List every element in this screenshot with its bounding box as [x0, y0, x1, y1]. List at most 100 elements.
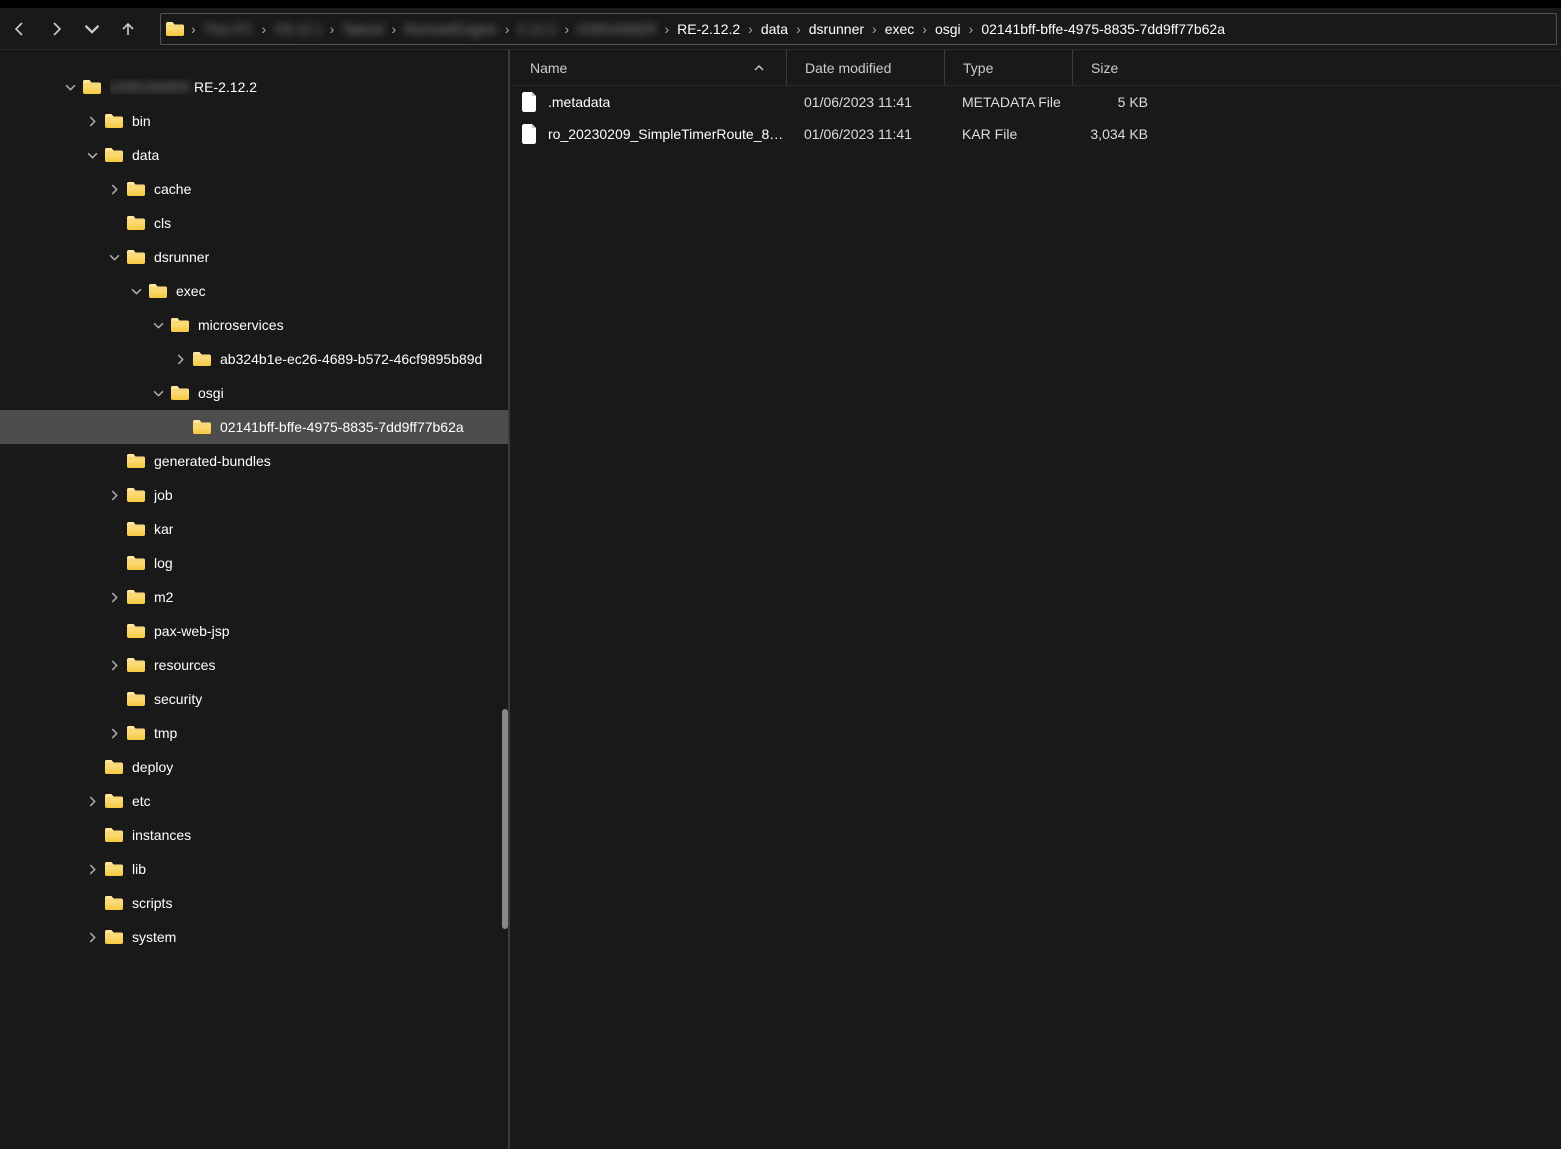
tree-item-label: instances [132, 827, 191, 843]
folder-icon [104, 929, 124, 945]
chevron-down-icon[interactable] [150, 385, 166, 401]
chevron-right-icon[interactable] [106, 487, 122, 503]
tree-item[interactable]: ab324b1e-ec26-4689-b572-46cf9895b89d [0, 342, 508, 376]
tree-item[interactable]: exec [0, 274, 508, 308]
nav-history-button[interactable] [76, 13, 108, 45]
file-modified: 01/06/2023 11:41 [786, 126, 944, 142]
file-type: METADATA File [944, 94, 1072, 110]
pane-resize-handle[interactable] [502, 709, 508, 929]
tree-item[interactable]: log [0, 546, 508, 580]
chevron-right-icon[interactable] [106, 725, 122, 741]
tree-item-label: scripts [132, 895, 172, 911]
chevron-down-icon[interactable] [128, 283, 144, 299]
tree-item[interactable]: lib [0, 852, 508, 886]
tree-item[interactable]: tmp [0, 716, 508, 750]
breadcrumb-segment[interactable]: OS (C:) [270, 19, 325, 39]
tree-item[interactable]: instances [0, 818, 508, 852]
breadcrumb-segment[interactable]: 2.12.2 [514, 19, 561, 39]
chevron-right-icon[interactable] [84, 113, 100, 129]
column-modified-label: Date modified [805, 60, 891, 76]
tree-item[interactable]: security [0, 682, 508, 716]
tree-item[interactable]: kar [0, 512, 508, 546]
breadcrumb-segment[interactable]: exec [881, 19, 919, 39]
chevron-down-icon[interactable] [84, 147, 100, 163]
folder-icon [126, 623, 146, 639]
chevron-right-icon: › [918, 21, 931, 37]
chevron-right-icon[interactable] [84, 861, 100, 877]
column-header-name[interactable]: Name [510, 50, 786, 85]
chevron-down-icon[interactable] [106, 249, 122, 265]
tree-item[interactable]: osgi [0, 376, 508, 410]
tree-item-label: bin [132, 113, 151, 129]
folder-icon [192, 351, 212, 367]
column-header-type[interactable]: Type [944, 50, 1072, 85]
tree-item[interactable]: microservices [0, 308, 508, 342]
chevron-right-icon[interactable] [106, 657, 122, 673]
column-name-label: Name [530, 60, 567, 76]
file-size: 5 KB [1072, 94, 1160, 110]
chevron-right-icon: › [326, 21, 339, 37]
chevron-right-icon[interactable] [106, 181, 122, 197]
chevron-right-icon: › [501, 21, 514, 37]
chevron-right-icon[interactable] [172, 351, 188, 367]
tree-item[interactable]: etc [0, 784, 508, 818]
tree-item-label: kar [154, 521, 173, 537]
tree-item[interactable]: system [0, 920, 508, 954]
breadcrumb-segment[interactable]: RemoteEngine [400, 19, 501, 39]
chevron-down-icon[interactable] [62, 79, 78, 95]
tree-item[interactable]: deploy [0, 750, 508, 784]
folder-icon [104, 895, 124, 911]
folder-icon [104, 861, 124, 877]
tree-item[interactable]: cls [0, 206, 508, 240]
folder-icon [126, 725, 146, 741]
tree-item[interactable]: resources [0, 648, 508, 682]
nav-back-button[interactable] [4, 13, 36, 45]
nav-forward-button[interactable] [40, 13, 72, 45]
chevron-right-icon[interactable] [84, 929, 100, 945]
address-bar[interactable]: › This PC›OS (C:)›Talend›RemoteEngine›2.… [160, 13, 1557, 45]
breadcrumb-segment[interactable]: data [757, 19, 792, 39]
tree-item[interactable]: pax-web-jsp [0, 614, 508, 648]
chevron-right-icon[interactable] [106, 589, 122, 605]
breadcrumb-segment[interactable]: Talend [338, 19, 387, 39]
breadcrumb-segment[interactable]: dsrunner [805, 19, 868, 39]
column-header-size[interactable]: Size [1072, 50, 1160, 85]
nav-up-button[interactable] [112, 13, 144, 45]
tree-item[interactable]: generated-bundles [0, 444, 508, 478]
tree-item[interactable]: job [0, 478, 508, 512]
breadcrumb-segment[interactable]: DSRUNNER [573, 19, 660, 39]
breadcrumb-segment[interactable]: This PC [200, 19, 258, 39]
tree-item[interactable]: bin [0, 104, 508, 138]
chevron-down-icon[interactable] [150, 317, 166, 333]
tree-item[interactable]: cache [0, 172, 508, 206]
file-row[interactable]: .metadata01/06/2023 11:41METADATA File5 … [510, 86, 1561, 118]
tree-item-label: generated-bundles [154, 453, 271, 469]
chevron-right-icon[interactable] [84, 793, 100, 809]
file-name: .metadata [548, 94, 610, 110]
folder-icon [126, 691, 146, 707]
column-type-label: Type [963, 60, 993, 76]
chevron-right-icon: › [187, 21, 200, 37]
tree-item[interactable]: dsrunner [0, 240, 508, 274]
tree-item-label: exec [176, 283, 206, 299]
tree-item[interactable]: 02141bff-bffe-4975-8835-7dd9ff77b62a [0, 410, 508, 444]
navigation-tree[interactable]: DSRUNNER-RE-2.12.2 bin data cache cls dsrunne… [0, 50, 510, 1149]
breadcrumb-segment[interactable]: osgi [931, 19, 965, 39]
folder-icon [126, 453, 146, 469]
file-name: ro_20230209_SimpleTimerRoute_801_OSG... [548, 126, 786, 142]
tree-item[interactable]: data [0, 138, 508, 172]
tree-item[interactable]: m2 [0, 580, 508, 614]
list-header: Name Date modified Type Size [510, 50, 1561, 86]
column-header-modified[interactable]: Date modified [786, 50, 944, 85]
folder-icon [170, 317, 190, 333]
breadcrumb-segment[interactable]: 02141bff-bffe-4975-8835-7dd9ff77b62a [977, 19, 1229, 39]
file-icon [522, 92, 538, 112]
breadcrumb-segment[interactable]: RE-2.12.2 [673, 19, 744, 39]
file-row[interactable]: ro_20230209_SimpleTimerRoute_801_OSG...0… [510, 118, 1561, 150]
folder-icon [192, 419, 212, 435]
tree-item-label: cls [154, 215, 171, 231]
tree-item-label: data [132, 147, 159, 163]
tree-item[interactable]: scripts [0, 886, 508, 920]
tree-item[interactable]: DSRUNNER-RE-2.12.2 [0, 70, 508, 104]
tree-item-label: tmp [154, 725, 177, 741]
